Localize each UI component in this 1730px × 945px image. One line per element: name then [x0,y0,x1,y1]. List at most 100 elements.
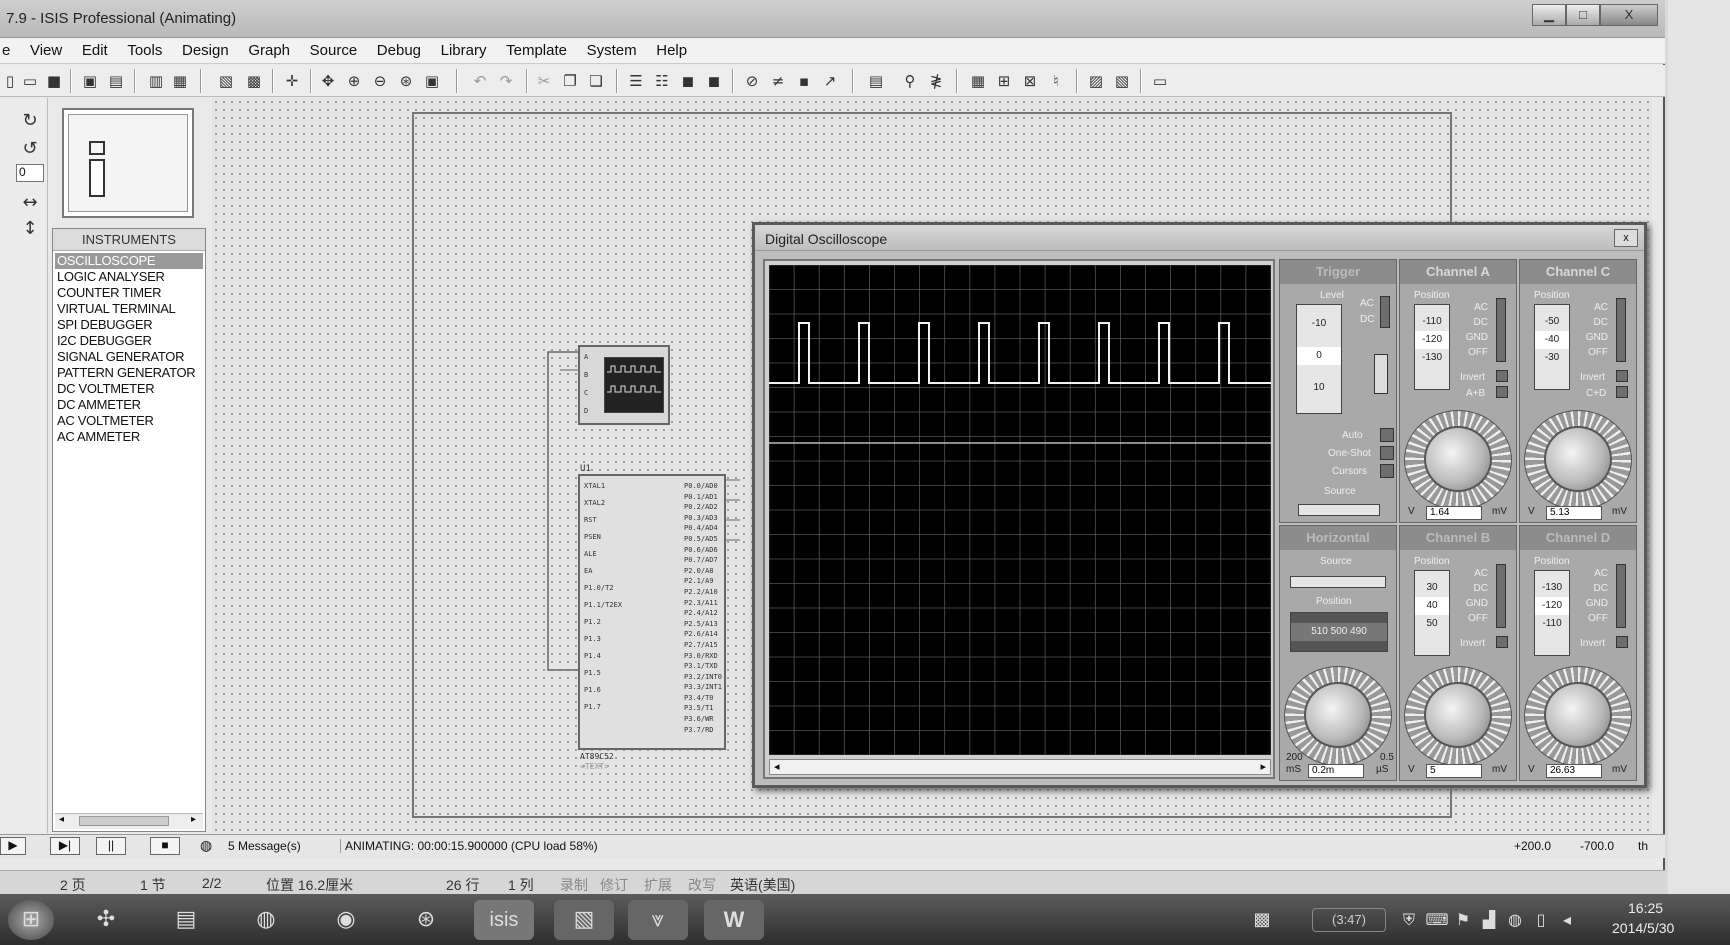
netlist-icon[interactable]: ▧ [1112,71,1132,91]
menu-edit[interactable]: Edit [74,38,116,59]
refresh-icon[interactable]: ▧ [216,71,236,91]
ares-task-icon[interactable]: ▧ [554,900,614,940]
scroll-left-icon[interactable]: ◂ [774,760,780,773]
list-item[interactable]: COUNTER TIMER [55,285,203,301]
word-extend[interactable]: 扩展 [644,875,672,895]
channel-a-position-slider[interactable]: -110 -120 -130 [1414,304,1450,390]
channel-b-invert-button[interactable] [1496,636,1508,648]
channel-c-position-slider[interactable]: -50 -40 -30 [1534,304,1570,390]
oscilloscope-instrument[interactable]: A B C D [578,345,670,425]
oneshot-button[interactable] [1380,446,1394,460]
new-icon[interactable]: ▯ [0,71,20,91]
pan-icon[interactable]: ✥ [318,71,338,91]
pause-button[interactable]: || [96,837,126,855]
print-area-icon[interactable]: ▦ [170,71,190,91]
cut-icon[interactable]: ✂ [534,71,554,91]
channel-a-coupling-switch[interactable] [1496,298,1506,362]
erc-icon[interactable]: ▨ [1086,71,1106,91]
grid-icon[interactable]: ▩ [244,71,264,91]
wire-autorouter-icon[interactable]: ▤ [866,71,886,91]
block-rotate-icon[interactable]: ◼ [678,71,698,91]
channel-d-position-slider[interactable]: -130 -120 -110 [1534,570,1570,656]
menu-debug[interactable]: Debug [369,38,429,59]
print-icon[interactable]: ▥ [146,71,166,91]
channel-c-knob[interactable] [1544,426,1612,492]
stop-button[interactable]: ■ [150,837,180,855]
mirror-y-icon[interactable]: ↕ [18,218,42,240]
paste-icon[interactable]: ❏ [586,71,606,91]
flag-icon[interactable]: ⚑ [1450,900,1476,940]
zoom-in-icon[interactable]: ⊕ [344,71,364,91]
scroll-left-icon[interactable]: ◂ [59,814,64,825]
network-app-icon[interactable]: ⊛ [404,900,448,940]
message-count[interactable]: 5 Message(s) [228,839,301,853]
list-item[interactable]: VIRTUAL TERMINAL [55,301,203,317]
list-item[interactable]: DC AMMETER [55,397,203,413]
channel-a-readout[interactable]: 1.64 [1426,506,1482,520]
channel-d-invert-button[interactable] [1616,636,1628,648]
trigger-source-slider[interactable] [1298,504,1380,516]
pinwheel-app-icon[interactable]: ✣ [84,900,128,940]
ball-app-icon[interactable]: ◉ [324,900,368,940]
channel-b-position-slider[interactable]: 30 40 50 [1414,570,1450,656]
channel-d-readout[interactable]: 26.63 [1546,764,1602,778]
menu-view[interactable]: View [22,38,70,59]
oscilloscope-close-button[interactable]: x [1614,229,1638,247]
package-icon[interactable]: ▪ [794,71,814,91]
block-move-icon[interactable]: ☷ [652,71,672,91]
block-delete-icon[interactable]: ◼ [704,71,724,91]
browser-icon[interactable]: ◍ [244,900,288,940]
list-item[interactable]: PATTERN GENERATOR [55,365,203,381]
clock-date[interactable]: 2014/5/30 [1612,920,1674,936]
list-item[interactable]: AC AMMETER [55,429,203,445]
word-language[interactable]: 英语(美国) [730,875,795,895]
make-device-icon[interactable]: ≠ [768,71,788,91]
play-button[interactable]: ▶ [0,837,26,855]
channel-c-readout[interactable]: 5.13 [1546,506,1602,520]
battery-icon[interactable]: ▯ [1528,900,1554,940]
list-item[interactable]: OSCILLOSCOPE [55,253,203,269]
channel-d-knob[interactable] [1544,682,1612,748]
menu-tools[interactable]: Tools [119,38,170,59]
channel-b-coupling-switch[interactable] [1496,564,1506,628]
auto-button[interactable] [1380,428,1394,442]
minimize-button[interactable]: ▁ [1532,4,1566,26]
channel-d-coupling-switch[interactable] [1616,564,1626,628]
horizontal-position-slider[interactable]: 510 500 490 [1290,612,1388,652]
channel-a-invert-button[interactable] [1496,370,1508,382]
menu-library[interactable]: Library [433,38,495,59]
export-icon[interactable]: ▤ [106,71,126,91]
scope-scrollbar[interactable]: ◂ ▸ [769,759,1271,775]
bom-icon[interactable]: ♮ [1046,71,1066,91]
channel-c-invert-button[interactable] [1616,370,1628,382]
menu-graph[interactable]: Graph [240,38,298,59]
redo-icon[interactable]: ↷ [496,71,516,91]
channel-b-knob[interactable] [1424,682,1492,748]
channel-c-sum-button[interactable] [1616,386,1628,398]
channel-c-coupling-switch[interactable] [1616,298,1626,362]
menu-design[interactable]: Design [174,38,237,59]
mirror-x-icon[interactable]: ↔ [18,192,42,214]
tray-app-icon[interactable]: ▩ [1242,900,1282,940]
microcontroller-u1[interactable]: U1 XTAL1 XTAL2 RST PSEN ALE EA P1.0/T2 P1.1/T2E… [578,464,726,771]
word-overtype[interactable]: 改写 [688,875,716,895]
keyboard-icon[interactable]: ⌨ [1424,900,1450,940]
pick-device-icon[interactable]: ⊘ [742,71,762,91]
import-icon[interactable]: ▣ [80,71,100,91]
scroll-thumb[interactable] [79,816,169,826]
scroll-right-icon[interactable]: ▸ [191,814,196,825]
trigger-level-slider[interactable]: -10 0 10 [1296,304,1342,414]
origin-icon[interactable]: ✛ [282,71,302,91]
menu-help[interactable]: Help [648,38,695,59]
list-item[interactable]: DC VOLTMETER [55,381,203,397]
menu-template[interactable]: Template [498,38,575,59]
remove-sheet-icon[interactable]: ⊞ [994,71,1014,91]
step-button[interactable]: ▶| [50,837,80,855]
timebase-readout[interactable]: 0.2m [1308,764,1364,778]
list-item[interactable]: SIGNAL GENERATOR [55,349,203,365]
decompose-icon[interactable]: ↗ [820,71,840,91]
list-item[interactable]: I2C DEBUGGER [55,333,203,349]
exit-sheet-icon[interactable]: ⊠ [1020,71,1040,91]
menu-system[interactable]: System [579,38,645,59]
undo-icon[interactable]: ↶ [470,71,490,91]
